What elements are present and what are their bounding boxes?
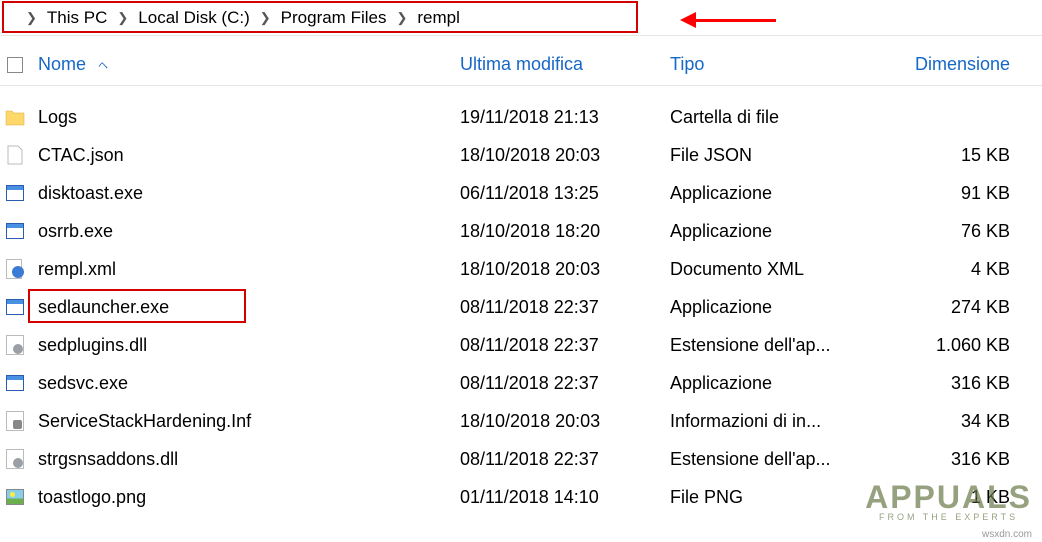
file-row[interactable]: ServiceStackHardening.Inf18/10/2018 20:0… [0,402,1042,440]
breadcrumb-item[interactable]: Local Disk (C:) [138,8,249,28]
column-headers: Nome ヘ Ultima modifica Tipo Dimensione [0,36,1042,86]
file-name[interactable]: strgsnsaddons.dll [30,449,460,470]
breadcrumb-item[interactable]: rempl [417,8,460,28]
file-row[interactable]: rempl.xml18/10/2018 20:03Documento XML4 … [0,250,1042,288]
address-bar[interactable]: ❯ This PC ❯ Local Disk (C:) ❯ Program Fi… [0,0,1042,36]
file-list: Logs19/11/2018 21:13Cartella di fileCTAC… [0,86,1042,516]
file-name[interactable]: toastlogo.png [30,487,460,508]
watermark-subtext: FROM THE EXPERTS [865,512,1032,522]
file-modified: 08/11/2018 22:37 [460,297,670,318]
file-name[interactable]: disktoast.exe [30,183,460,204]
breadcrumb: ❯ This PC ❯ Local Disk (C:) ❯ Program Fi… [0,0,460,35]
file-name[interactable]: sedlauncher.exe [30,297,460,318]
file-row[interactable]: CTAC.json18/10/2018 20:03File JSON15 KB [0,136,1042,174]
exe-icon [5,221,25,241]
file-size: 316 KB [890,373,1030,394]
file-size: 4 KB [890,259,1030,280]
file-row[interactable]: sedplugins.dll08/11/2018 22:37Estensione… [0,326,1042,364]
file-type: Cartella di file [670,107,890,128]
file-row[interactable]: Logs19/11/2018 21:13Cartella di file [0,98,1042,136]
file-name[interactable]: rempl.xml [30,259,460,280]
file-type: Informazioni di in... [670,411,890,432]
dll-icon [5,335,25,355]
file-name[interactable]: sedplugins.dll [30,335,460,356]
dll-icon [5,449,25,469]
json-icon [5,145,25,165]
file-modified: 08/11/2018 22:37 [460,449,670,470]
breadcrumb-item[interactable]: Program Files [281,8,387,28]
select-all-checkbox[interactable] [7,57,23,73]
file-row[interactable]: strgsnsaddons.dll08/11/2018 22:37Estensi… [0,440,1042,478]
chevron-right-icon[interactable]: ❯ [386,10,417,26]
file-name[interactable]: Logs [30,107,460,128]
png-icon [5,487,25,507]
annotation-arrow [680,12,776,28]
file-name[interactable]: CTAC.json [30,145,460,166]
sort-ascending-icon: ヘ [98,57,108,72]
file-row[interactable]: sedlauncher.exe08/11/2018 22:37Applicazi… [0,288,1042,326]
file-modified: 19/11/2018 21:13 [460,107,670,128]
file-size: 1.060 KB [890,335,1030,356]
file-type: Applicazione [670,297,890,318]
file-modified: 06/11/2018 13:25 [460,183,670,204]
file-size: 15 KB [890,145,1030,166]
column-label: Nome [38,54,86,75]
file-modified: 18/10/2018 20:03 [460,259,670,280]
file-name[interactable]: ServiceStackHardening.Inf [30,411,460,432]
watermark-text: APPUALS [865,479,1032,515]
file-modified: 01/11/2018 14:10 [460,487,670,508]
file-modified: 18/10/2018 20:03 [460,145,670,166]
file-row[interactable]: disktoast.exe06/11/2018 13:25Applicazion… [0,174,1042,212]
file-row[interactable]: sedsvc.exe08/11/2018 22:37Applicazione31… [0,364,1042,402]
file-type: Applicazione [670,221,890,242]
file-type: Estensione dell'ap... [670,335,890,356]
file-size: 76 KB [890,221,1030,242]
file-size: 91 KB [890,183,1030,204]
exe-icon [5,373,25,393]
file-modified: 08/11/2018 22:37 [460,373,670,394]
file-type: Applicazione [670,373,890,394]
file-name[interactable]: osrrb.exe [30,221,460,242]
file-name[interactable]: sedsvc.exe [30,373,460,394]
file-size: 316 KB [890,449,1030,470]
inf-icon [5,411,25,431]
column-header-size[interactable]: Dimensione [890,54,1030,75]
chevron-right-icon[interactable]: ❯ [107,10,138,26]
file-type: Documento XML [670,259,890,280]
watermark-logo: APPUALS FROM THE EXPERTS [865,479,1032,522]
xml-icon [5,259,25,279]
file-type: File PNG [670,487,890,508]
file-type: Estensione dell'ap... [670,449,890,470]
file-type: Applicazione [670,183,890,204]
exe-icon [5,297,25,317]
file-modified: 18/10/2018 20:03 [460,411,670,432]
column-header-name[interactable]: Nome ヘ [30,54,460,75]
file-row[interactable]: osrrb.exe18/10/2018 18:20Applicazione76 … [0,212,1042,250]
folder-icon [5,107,25,127]
exe-icon [5,183,25,203]
file-size: 34 KB [890,411,1030,432]
column-header-type[interactable]: Tipo [670,54,890,75]
watermark-url: wsxdn.com [982,529,1032,540]
file-modified: 08/11/2018 22:37 [460,335,670,356]
chevron-right-icon[interactable]: ❯ [16,10,47,26]
column-header-modified[interactable]: Ultima modifica [460,54,670,75]
file-size: 274 KB [890,297,1030,318]
file-modified: 18/10/2018 18:20 [460,221,670,242]
file-type: File JSON [670,145,890,166]
breadcrumb-item[interactable]: This PC [47,8,107,28]
chevron-right-icon[interactable]: ❯ [250,10,281,26]
